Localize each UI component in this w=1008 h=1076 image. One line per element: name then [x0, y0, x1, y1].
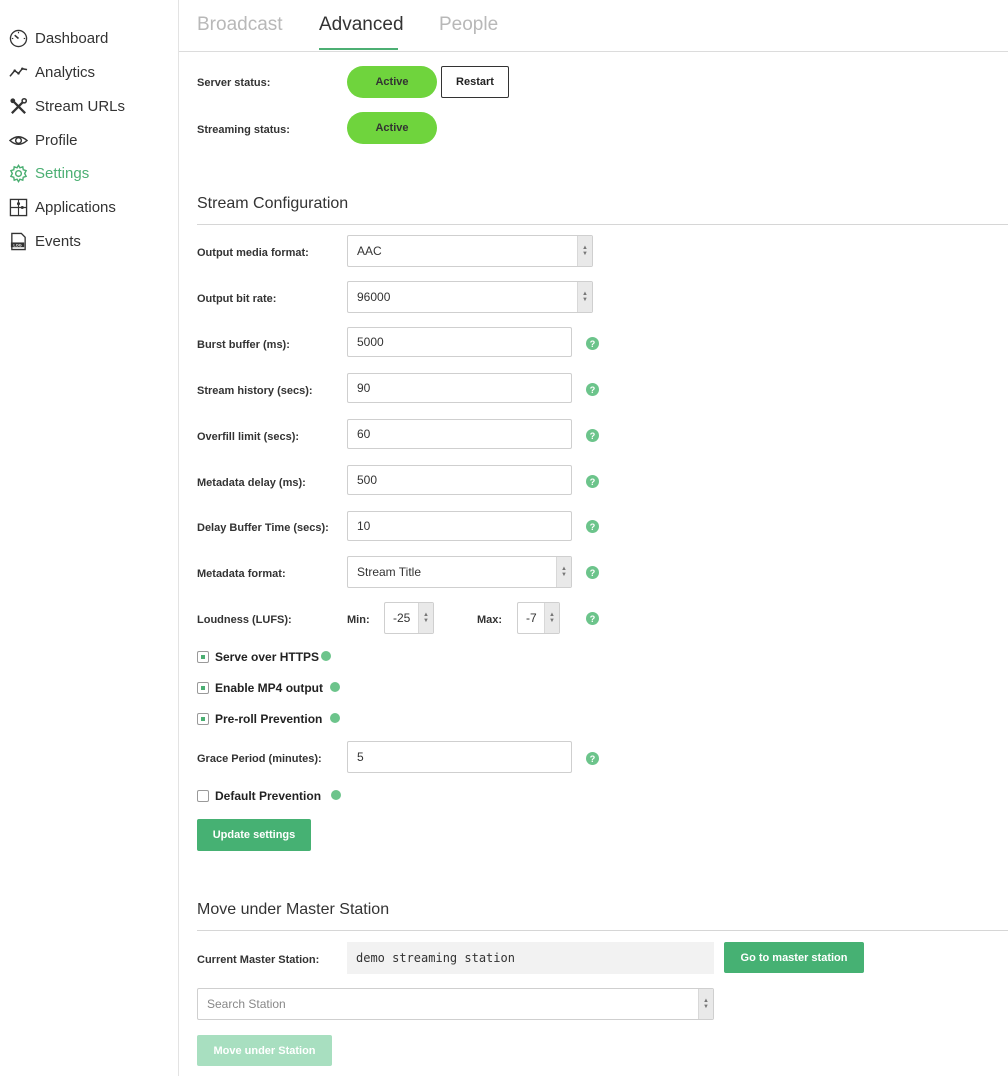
loudness-max-stepper[interactable]: -7 ▲ ▼ [517, 602, 560, 634]
sidebar-item-label: Dashboard [35, 29, 109, 47]
move-under-station-button[interactable]: Move under Station [197, 1035, 332, 1066]
sidebar-item-events[interactable]: LOG Events [8, 230, 81, 252]
select-arrows-icon: ▲ ▼ [577, 236, 592, 266]
delay-buffer-label: Delay Buffer Time (secs): [197, 522, 329, 534]
burst-buffer-input[interactable]: 5000 [347, 327, 572, 357]
metadata-format-label: Metadata format: [197, 568, 286, 580]
tab-bar: Broadcast Advanced People [179, 0, 1008, 52]
update-settings-button[interactable]: Update settings [197, 819, 311, 851]
preroll-prevention-label[interactable]: Pre-roll Prevention [215, 712, 322, 726]
streaming-status-label: Streaming status: [197, 124, 290, 136]
default-prevention-label[interactable]: Default Prevention [215, 789, 321, 803]
select-arrows-icon: ▲ ▼ [556, 557, 571, 587]
https-checkbox[interactable] [197, 651, 209, 663]
svg-text:LOG: LOG [13, 243, 21, 247]
server-status-label: Server status: [197, 77, 271, 89]
stepper-arrows-icon: ▲ ▼ [544, 603, 559, 633]
help-icon[interactable]: ? [586, 337, 599, 350]
delay-buffer-input[interactable]: 10 [347, 511, 572, 541]
loudness-min-value: -25 [393, 611, 411, 625]
sidebar-item-label: Applications [35, 198, 116, 216]
master-station-title: Move under Master Station [197, 901, 390, 918]
mp4-output-label[interactable]: Enable MP4 output [215, 681, 323, 695]
puzzle-icon [8, 197, 28, 217]
sidebar-item-label: Profile [35, 131, 78, 149]
current-master-value: demo streaming station [347, 942, 714, 974]
stream-history-input[interactable]: 90 [347, 373, 572, 403]
restart-button[interactable]: Restart [441, 66, 509, 98]
help-icon[interactable]: ? [586, 520, 599, 533]
search-station-placeholder: Search Station [207, 997, 286, 1011]
overfill-limit-input[interactable]: 60 [347, 419, 572, 449]
go-to-master-button[interactable]: Go to master station [724, 942, 864, 973]
help-icon[interactable]: ? [586, 612, 599, 625]
overfill-limit-label: Overfill limit (secs): [197, 431, 300, 443]
select-arrows-icon: ▲ ▼ [698, 989, 713, 1019]
sidebar: Dashboard Analytics Stream URLs Profile … [0, 0, 179, 1076]
streaming-status-badge: Active [347, 112, 437, 144]
loudness-label: Loudness (LUFS): [197, 614, 292, 626]
help-icon[interactable] [321, 651, 331, 661]
metadata-format-value: Stream Title [357, 565, 422, 579]
mp4-output-checkbox[interactable] [197, 682, 209, 694]
help-icon[interactable]: ? [586, 566, 599, 579]
sidebar-item-label: Analytics [35, 63, 96, 81]
metadata-format-select[interactable]: Stream Title ▲ ▼ [347, 556, 572, 588]
dashboard-gauge-icon [8, 28, 28, 48]
bit-rate-value: 96000 [357, 290, 391, 304]
sidebar-item-label: Stream URLs [35, 97, 126, 115]
loudness-max-label: Max: [477, 614, 503, 626]
sidebar-item-dashboard[interactable]: Dashboard [8, 27, 108, 49]
main-content: Broadcast Advanced People Server status:… [179, 0, 1008, 1076]
help-icon[interactable]: ? [586, 383, 599, 396]
select-arrows-icon: ▲ ▼ [577, 282, 592, 312]
server-status-badge: Active [347, 66, 437, 98]
grace-period-input[interactable]: 5 [347, 741, 572, 773]
tab-advanced[interactable]: Advanced [319, 14, 404, 36]
section-divider [197, 930, 1008, 931]
help-icon[interactable] [330, 682, 340, 692]
bit-rate-label: Output bit rate: [197, 293, 277, 305]
gear-icon [8, 163, 28, 183]
stream-history-label: Stream history (secs): [197, 385, 313, 397]
eye-icon [8, 130, 28, 150]
stream-configuration-title: Stream Configuration [197, 195, 349, 212]
preroll-prevention-checkbox[interactable] [197, 713, 209, 725]
analytics-line-icon [8, 62, 28, 82]
sidebar-item-stream-urls[interactable]: Stream URLs [8, 95, 125, 117]
grace-period-label: Grace Period (minutes): [197, 753, 322, 765]
sidebar-item-profile[interactable]: Profile [8, 129, 78, 151]
tab-people[interactable]: People [439, 14, 498, 36]
sidebar-item-applications[interactable]: Applications [8, 196, 116, 218]
output-format-select[interactable]: AAC ▲ ▼ [347, 235, 593, 267]
bit-rate-select[interactable]: 96000 ▲ ▼ [347, 281, 593, 313]
search-station-select[interactable]: Search Station ▲ ▼ [197, 988, 714, 1020]
loudness-min-stepper[interactable]: -25 ▲ ▼ [384, 602, 434, 634]
sidebar-item-label: Events [35, 232, 81, 250]
sidebar-item-label: Settings [35, 164, 90, 182]
loudness-max-value: -7 [526, 611, 537, 625]
output-format-value: AAC [357, 244, 382, 258]
help-icon[interactable]: ? [586, 429, 599, 442]
active-tab-indicator [319, 48, 398, 50]
help-icon[interactable]: ? [586, 752, 599, 765]
help-icon[interactable] [330, 713, 340, 723]
default-prevention-checkbox[interactable] [197, 790, 209, 802]
help-icon[interactable] [331, 790, 341, 800]
sidebar-item-settings[interactable]: Settings [8, 162, 89, 184]
tools-icon [8, 96, 28, 116]
metadata-delay-label: Metadata delay (ms): [197, 477, 306, 489]
current-master-label: Current Master Station: [197, 954, 320, 966]
section-divider [197, 224, 1008, 225]
loudness-min-label: Min: [347, 614, 370, 626]
output-format-label: Output media format: [197, 247, 309, 259]
help-icon[interactable]: ? [586, 475, 599, 488]
tab-broadcast[interactable]: Broadcast [197, 14, 283, 36]
sidebar-item-analytics[interactable]: Analytics [8, 61, 95, 83]
stepper-arrows-icon: ▲ ▼ [418, 603, 433, 633]
log-file-icon: LOG [8, 231, 28, 251]
https-label[interactable]: Serve over HTTPS [215, 650, 319, 664]
burst-buffer-label: Burst buffer (ms): [197, 339, 290, 351]
metadata-delay-input[interactable]: 500 [347, 465, 572, 495]
